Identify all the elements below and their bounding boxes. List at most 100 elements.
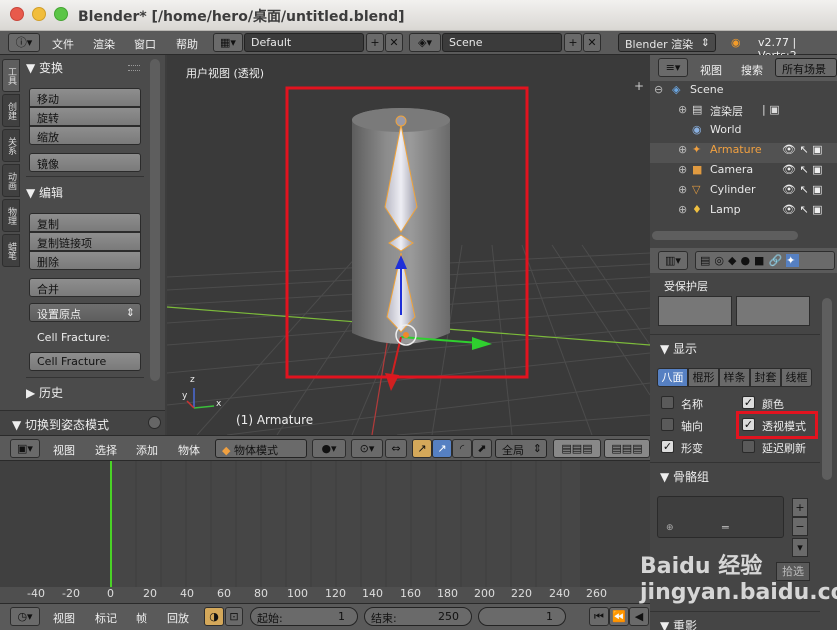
display-stick-tab[interactable]: 棍形 (688, 368, 719, 387)
bone-groups-panel-header[interactable]: ▼ 骨骼组 (660, 468, 709, 485)
preview-range-icon[interactable]: ◑ (204, 607, 224, 626)
display-octahedral-tab[interactable]: 八面 (657, 368, 688, 387)
translate-icon[interactable]: ↗ (432, 439, 452, 458)
editor-type-timeline-icon[interactable]: ◷▾ (10, 607, 40, 626)
context-tabs[interactable]: ▤◎◆●■🔗✦ (695, 251, 835, 270)
editor-type-3d-icon[interactable]: ▣▾ (10, 439, 40, 458)
drag-handle-icon[interactable] (128, 65, 140, 71)
edit-panel-header[interactable]: ▼ 编辑 (26, 184, 146, 204)
outliner-row[interactable]: ◉ World (650, 123, 837, 143)
menu-outliner-view[interactable]: 视图 (700, 62, 722, 78)
rotate-button[interactable]: 旋转 (29, 107, 141, 126)
shapes-checkbox[interactable]: ✓ (661, 440, 674, 453)
start-frame-field[interactable]: 起始: 1 (250, 607, 358, 626)
display-wire-tab[interactable]: 线框 (781, 368, 812, 387)
prev-keyframe-icon[interactable]: ⏪ (609, 607, 629, 626)
outliner-row[interactable]: ⊕ ■ Camera 👁 ↖ ▣ (650, 163, 837, 183)
end-frame-field[interactable]: 结束: 250 (364, 607, 472, 626)
axes-checkbox[interactable] (661, 418, 674, 431)
scene-field[interactable]: Scene (442, 33, 562, 52)
render-engine-select[interactable]: Blender 渲染 ⇕ (618, 33, 716, 52)
tab-animation[interactable]: 动画 (2, 164, 20, 197)
editor-type-props-icon[interactable]: ▥▾ (658, 251, 688, 270)
outliner-filter-select[interactable]: 所有场景 (775, 58, 837, 77)
layers-grid-b[interactable]: ▤▤▤ (604, 439, 650, 458)
menu-search[interactable]: 搜索 (741, 62, 763, 78)
outliner-row[interactable]: ⊕ ✦ Armature 👁 ↖ ▣ (650, 143, 837, 163)
outliner-row[interactable]: ⊕ ▽ Cylinder 👁 ↖ ▣ (650, 183, 837, 203)
tool-shelf-scrollbar[interactable] (150, 59, 160, 381)
add-layout-icon[interactable]: + (366, 33, 384, 52)
delete-button[interactable]: 删除 (29, 251, 141, 270)
menu-window[interactable]: 窗口 (134, 36, 156, 52)
layers-grid-a[interactable]: ▤▤▤ (553, 439, 601, 458)
layout-icon[interactable]: ▦▾ (213, 33, 243, 52)
scale-button[interactable]: 缩放 (29, 126, 141, 145)
rotate-icon[interactable]: ◜ (452, 439, 472, 458)
lock-icon[interactable]: ⊡ (225, 607, 243, 626)
menu-select[interactable]: 选择 (95, 442, 117, 458)
mirror-button[interactable]: 镜像 (29, 153, 141, 172)
join-button[interactable]: 合并 (29, 278, 141, 297)
outliner-scrollbar[interactable] (652, 231, 798, 240)
menu-frame[interactable]: 帧 (136, 610, 147, 626)
mode-select[interactable]: ◆ 物体模式 (215, 439, 307, 458)
shading-icon[interactable]: ●▾ (312, 439, 346, 458)
colors-checkbox[interactable]: ✓ (742, 396, 755, 409)
scene-icon[interactable]: ◈▾ (409, 33, 441, 52)
remove-bone-group-icon[interactable]: − (792, 517, 808, 536)
menu-view[interactable]: 视图 (53, 442, 75, 458)
play-reverse-icon[interactable]: ◀ (629, 607, 649, 626)
viewport-split-icon[interactable]: + (634, 79, 644, 93)
names-checkbox[interactable] (661, 396, 674, 409)
display-panel-header[interactable]: ▼ 显示 (660, 340, 697, 357)
duplicate-button[interactable]: 复制 (29, 213, 141, 232)
timeline-area[interactable]: -40 -20 0 20 40 60 80 100 120 140 160 18… (0, 461, 650, 603)
tab-tools[interactable]: 工具 (2, 59, 20, 92)
editor-type-outliner-icon[interactable]: ≡▾ (658, 58, 688, 77)
outliner-row[interactable]: ⊖ ◈ Scene (650, 83, 837, 103)
ghost-panel-header[interactable]: ▼ 重影 (660, 617, 697, 630)
orientation-select[interactable]: 全局 ⇕ (495, 439, 547, 458)
scroll-knob-icon[interactable] (148, 416, 161, 429)
menu-playback[interactable]: 回放 (167, 610, 189, 626)
protected-layers-grid-b[interactable] (736, 296, 810, 326)
menu-help[interactable]: 帮助 (176, 36, 198, 52)
menu-add[interactable]: 添加 (136, 442, 158, 458)
menu-render[interactable]: 渲染 (93, 36, 115, 52)
add-scene-icon[interactable]: + (564, 33, 582, 52)
transform-toggle-icon[interactable]: ↗ (412, 439, 432, 458)
history-panel-header[interactable]: ▶ 历史 (26, 384, 146, 404)
properties-scrollbar[interactable] (822, 298, 832, 480)
delay-refresh-checkbox[interactable] (742, 440, 755, 453)
maximize-window-icon[interactable] (54, 7, 68, 21)
tab-create[interactable]: 创建 (2, 94, 20, 127)
menu-marker[interactable]: 标记 (95, 610, 117, 626)
menu-object[interactable]: 物体 (178, 442, 200, 458)
editor-type-menu[interactable]: ⓘ▾ (8, 33, 40, 52)
menu-file[interactable]: 文件 (52, 36, 74, 52)
minimize-window-icon[interactable] (32, 7, 46, 21)
duplicate-linked-button[interactable]: 复制链接项 (29, 232, 141, 251)
cell-fracture-button[interactable]: Cell Fracture (29, 352, 141, 371)
operator-title[interactable]: ▼ 切换到姿态模式 (12, 416, 109, 433)
outliner-row[interactable]: ⊕ ♦ Lamp 👁 ↖ ▣ (650, 203, 837, 223)
tab-grease-pencil[interactable]: 蜡笔 (2, 234, 20, 267)
protected-layers-grid-a[interactable] (658, 296, 732, 326)
current-frame-field[interactable]: 1 (478, 607, 566, 626)
layout-field[interactable]: Default (244, 33, 364, 52)
close-window-icon[interactable] (10, 7, 24, 21)
outliner-row[interactable]: ⊕ ▤ 渲染层 | ▣ (650, 103, 837, 123)
display-envelope-tab[interactable]: 封套 (750, 368, 781, 387)
pivot-icon[interactable]: ⊙▾ (351, 439, 383, 458)
3d-viewport[interactable]: 用户视图 (透视) z y x (1) Armature + (167, 55, 650, 435)
tab-physics[interactable]: 物理 (2, 199, 20, 232)
menu-timeline-view[interactable]: 视图 (53, 610, 75, 626)
jump-start-icon[interactable]: ⏮ (589, 607, 609, 626)
remove-layout-icon[interactable]: ✕ (385, 33, 403, 52)
move-button[interactable]: 移动 (29, 88, 141, 107)
bone-groups-list[interactable]: ⊕ ═ (657, 496, 784, 538)
scale-icon[interactable]: ⬈ (472, 439, 492, 458)
set-origin-select[interactable]: 设置原点 ⇕ (29, 303, 141, 322)
remove-scene-icon[interactable]: ✕ (583, 33, 601, 52)
